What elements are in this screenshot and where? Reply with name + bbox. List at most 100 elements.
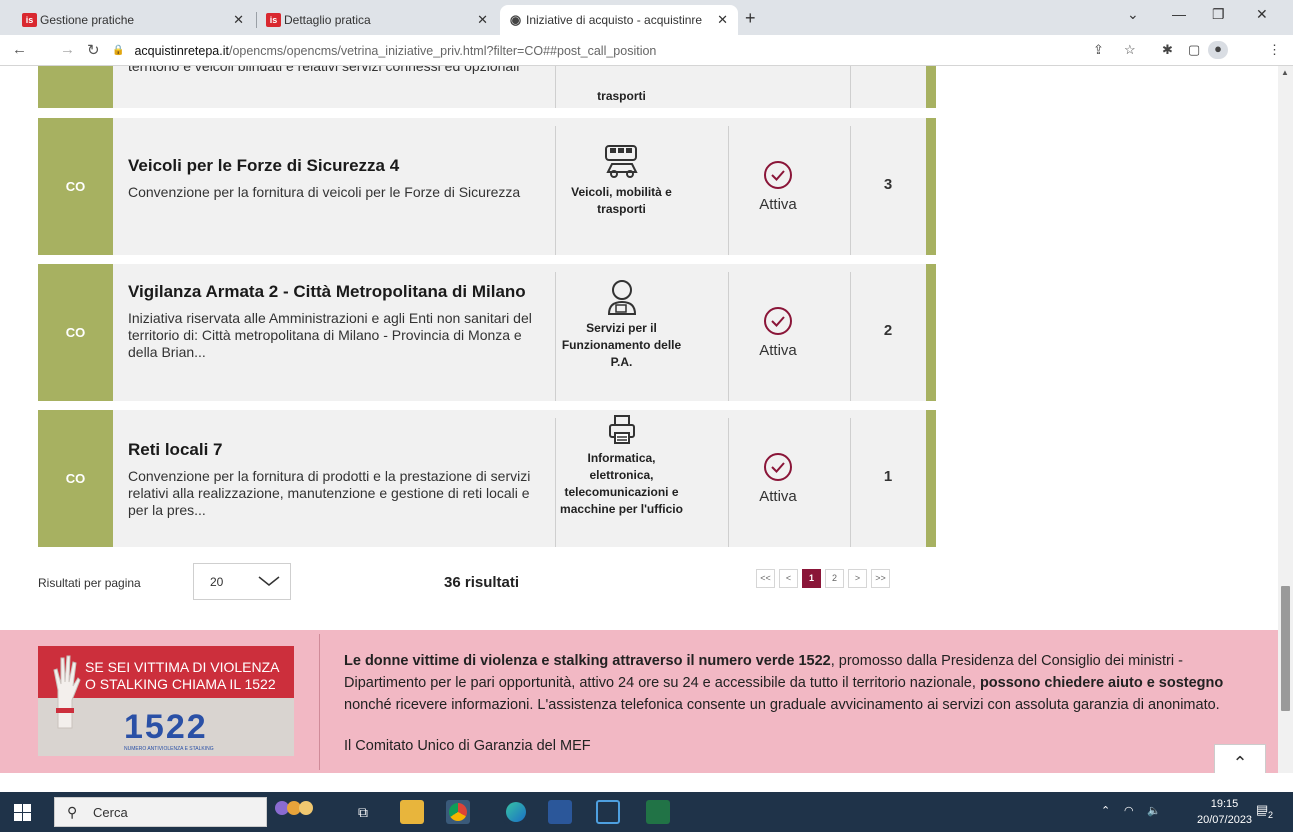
first-page-button[interactable]: <<: [756, 569, 775, 588]
column-divider: [555, 66, 556, 108]
scrollbar-thumb[interactable]: [1281, 586, 1290, 711]
url-domain: acquistinretepa.it: [134, 43, 229, 58]
initiative-description: Convenzione per la fornitura di prodotti…: [128, 468, 531, 518]
reload-icon[interactable]: ↻: [87, 41, 100, 59]
status-label: Attiva: [759, 196, 797, 213]
initiative-title[interactable]: Vigilanza Armata 2 - Città Metropolitana…: [128, 282, 548, 302]
banner-message-bold-1: Le donne vittime di violenza e stalking …: [344, 653, 831, 669]
banner-image-text: SE SEI VITTIMA DI VIOLENZA O STALKING CH…: [85, 659, 279, 692]
chrome-icon[interactable]: [446, 800, 470, 824]
edge-icon[interactable]: [504, 800, 528, 824]
back-icon[interactable]: ←: [12, 41, 27, 58]
initiative-title[interactable]: Veicoli per le Forze di Sicurezza 4: [128, 156, 548, 176]
column-divider: [850, 126, 851, 255]
restore-icon[interactable]: ❐: [1212, 6, 1225, 23]
share-icon[interactable]: ⇪: [1093, 42, 1104, 58]
column-divider: [850, 418, 851, 547]
next-page-button[interactable]: >: [848, 569, 867, 588]
word-icon[interactable]: [548, 800, 572, 824]
extensions-icon[interactable]: ✱: [1162, 42, 1173, 58]
is-favicon-icon: is: [22, 13, 37, 27]
column-divider: [555, 272, 556, 401]
page-scrollbar[interactable]: ▲: [1278, 66, 1293, 773]
prev-page-button[interactable]: <: [779, 569, 798, 588]
initiative-category: Informatica, elettronica, telecomunicazi…: [557, 414, 686, 518]
category-label: Veicoli, mobilità e trasporti: [571, 185, 672, 216]
check-circle-icon: [764, 453, 792, 481]
results-per-page-value: 20: [210, 575, 224, 589]
last-page-button[interactable]: >>: [871, 569, 890, 588]
initiative-tag: CO: [38, 264, 113, 401]
check-circle-icon: [764, 161, 792, 189]
file-explorer-icon[interactable]: [400, 800, 424, 824]
lock-icon: 🔒: [112, 45, 125, 56]
initiative-row[interactable]: CO Vigilanza Armata 2 - Città Metropolit…: [38, 264, 936, 401]
tab-gestione-pratiche[interactable]: is Gestione pratiche ✕: [14, 5, 254, 35]
network-icon[interactable]: ◠: [1124, 804, 1134, 817]
helpline-1522-image[interactable]: SE SEI VITTIMA DI VIOLENZA O STALKING CH…: [38, 646, 294, 756]
minimize-icon[interactable]: —: [1172, 6, 1186, 22]
excel-icon[interactable]: [646, 800, 670, 824]
side-panel-icon[interactable]: ▢: [1188, 42, 1200, 58]
initiative-title[interactable]: Reti locali 7: [128, 440, 548, 460]
initiative-count: 3: [883, 176, 893, 193]
page-1-button[interactable]: 1: [802, 569, 821, 588]
tab-dettaglio-pratica[interactable]: is Dettaglio pratica ✕: [258, 5, 498, 35]
status-label: Attiva: [759, 342, 797, 359]
initiative-info: Veicoli per le Forze di Sicurezza 4 Conv…: [128, 156, 548, 201]
volume-icon[interactable]: 🔈: [1147, 804, 1161, 817]
banner-message: Le donne vittime di violenza e stalking …: [344, 650, 1254, 716]
initiative-description: Convenzione per la fornitura di veicoli …: [128, 184, 521, 200]
initiative-count: 2: [883, 322, 893, 339]
task-view-icon[interactable]: ⧉: [358, 804, 368, 821]
store-icon[interactable]: [596, 800, 620, 824]
initiative-row[interactable]: territorio e veicoli blindati e relativi…: [38, 66, 936, 108]
chevron-down-icon: [258, 576, 280, 586]
initiative-status: Attiva: [728, 306, 828, 360]
banner-message-part-2: nonché ricevere informazioni. L'assisten…: [344, 697, 1220, 713]
page-2-button[interactable]: 2: [825, 569, 844, 588]
new-tab-icon[interactable]: +: [745, 8, 756, 29]
windows-taskbar: ⚲ Cerca ⧉ ⌃ ◠ 🔈 19:15 20/07/2023 ▤ 2: [0, 792, 1293, 832]
status-label: Attiva: [759, 488, 797, 505]
banner-signature: Il Comitato Unico di Garanzia del MEF: [344, 738, 591, 754]
helpline-number: 1522: [124, 708, 208, 746]
column-divider: [850, 66, 851, 108]
url-path: /opencms/opencms/vetrina_iniziative_priv…: [228, 43, 657, 58]
chevron-up-icon: ⌃: [1232, 753, 1248, 773]
address-bar[interactable]: 🔒 acquistinretepa.it/opencms/opencms/vet…: [112, 39, 1192, 62]
column-divider: [555, 418, 556, 547]
anti-violence-banner: SE SEI VITTIMA DI VIOLENZA O STALKING CH…: [0, 630, 1278, 773]
initiative-row[interactable]: CO Reti locali 7 Convenzione per la forn…: [38, 410, 936, 547]
show-hidden-icons-icon[interactable]: ⌃: [1101, 804, 1110, 817]
close-tab-icon[interactable]: ✕: [477, 12, 488, 28]
initiative-count: 1: [883, 468, 893, 485]
initiative-category: trasporti: [597, 89, 646, 103]
close-window-icon[interactable]: ✕: [1256, 6, 1268, 23]
notification-icon[interactable]: ▤ 2: [1256, 802, 1276, 822]
tab-title: Gestione pratiche: [40, 13, 135, 27]
forward-icon[interactable]: →: [60, 41, 75, 58]
taskbar-search[interactable]: ⚲ Cerca: [54, 797, 267, 827]
column-divider: [555, 126, 556, 255]
search-highlight-icon[interactable]: [275, 801, 313, 820]
menu-icon[interactable]: ⋮: [1268, 42, 1281, 58]
initiative-row[interactable]: CO Veicoli per le Forze di Sicurezza 4 C…: [38, 118, 936, 255]
tab-search-icon[interactable]: ⌄: [1127, 6, 1139, 23]
windows-start-icon[interactable]: [14, 804, 31, 821]
star-icon[interactable]: ☆: [1124, 42, 1136, 58]
pagination: << < 1 2 > >>: [756, 569, 894, 588]
scroll-up-icon[interactable]: ▲: [1281, 68, 1289, 77]
results-per-page-select[interactable]: 20: [193, 563, 291, 600]
initiative-tag: CO: [38, 118, 113, 255]
check-circle-icon: [764, 307, 792, 335]
tab-iniziative-di-acquisto[interactable]: ◉ Iniziative di acquisto - acquistinre ✕: [500, 5, 738, 35]
close-tab-icon[interactable]: ✕: [233, 12, 244, 28]
profile-icon[interactable]: ●: [1208, 41, 1228, 59]
back-to-top-button[interactable]: ⌃: [1214, 744, 1266, 773]
results-count: 36 risultati: [444, 574, 520, 591]
taskbar-clock[interactable]: 19:15 20/07/2023: [1197, 796, 1252, 828]
notification-count: 2: [1266, 810, 1276, 820]
close-tab-icon[interactable]: ✕: [717, 12, 728, 28]
printer-icon: [608, 415, 635, 444]
